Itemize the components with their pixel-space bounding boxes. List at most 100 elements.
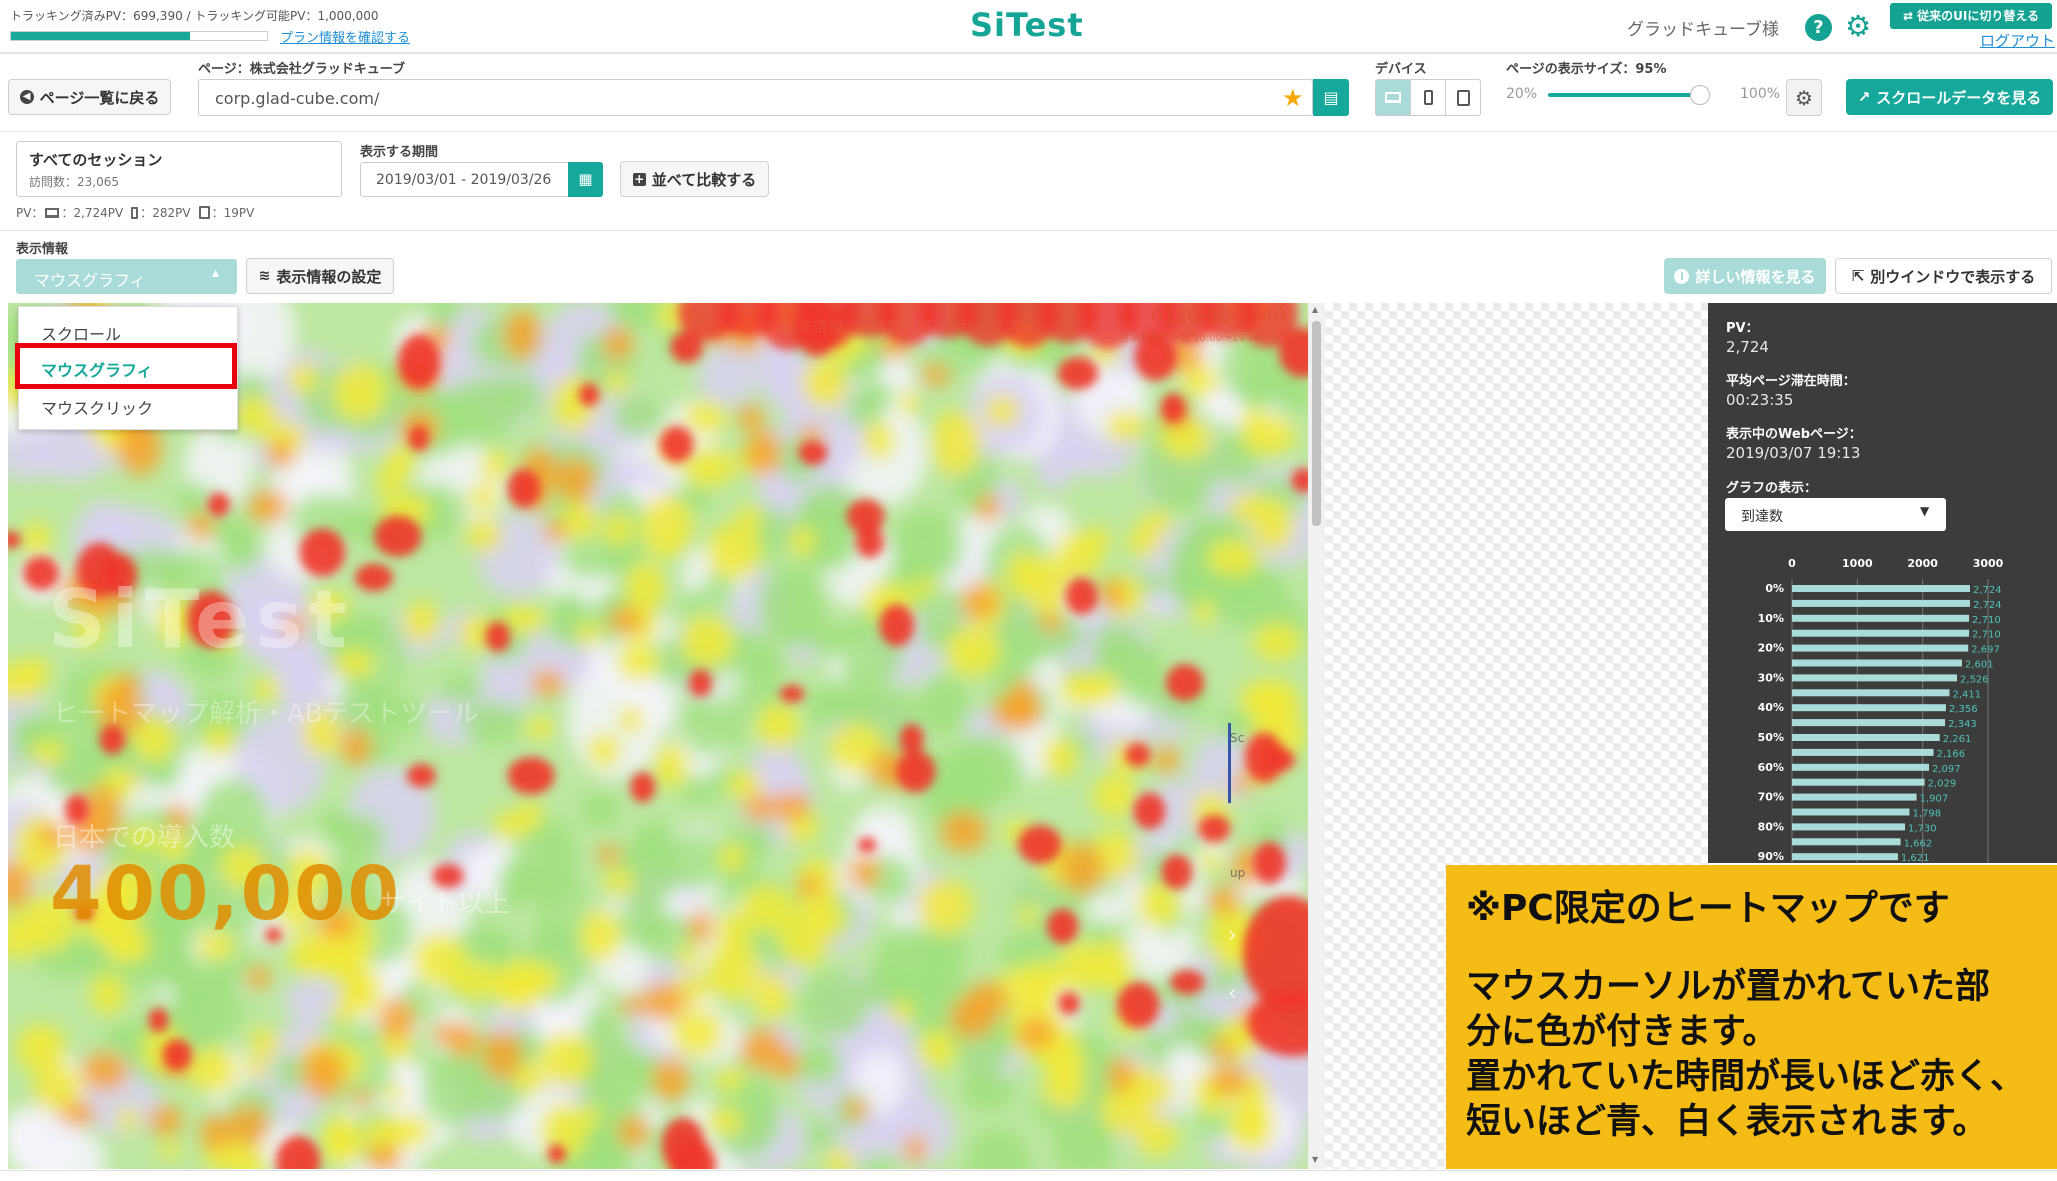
menu-item-scroll[interactable]: スクロール (41, 321, 121, 345)
heat-blob (543, 519, 568, 544)
device-pc-button[interactable] (1376, 80, 1410, 115)
heat-blob (689, 669, 712, 697)
url-field[interactable]: corp.glad-cube.com/ ★ (198, 79, 1313, 116)
bar (1792, 704, 1946, 712)
help-icon[interactable]: ? (1805, 14, 1832, 41)
heat-blob (116, 1106, 139, 1132)
stats-panel: PV： 2,724 平均ページ滞在時間： 00:23:35 表示中のWebページ… (1708, 303, 2057, 863)
menu-item-mouseclick[interactable]: マウスクリック (41, 395, 153, 419)
bar (1792, 793, 1917, 801)
site-stat-value: 400,000 (50, 851, 402, 937)
heat-blob (875, 924, 951, 1013)
menu-item-mousegraphy[interactable]: マウスグラフィ (41, 357, 153, 381)
display-select[interactable]: マウスグラフィ ▴ (16, 259, 237, 294)
app-logo[interactable]: SiTest (970, 6, 1084, 44)
heat-blob (965, 981, 1010, 1019)
heat-blob (232, 396, 278, 435)
heat-blob (945, 625, 1001, 677)
settings-icon[interactable]: ⚙ (1786, 79, 1822, 116)
heat-blob (555, 457, 596, 503)
scroll-down-icon[interactable]: ▼ (1312, 1155, 1318, 1164)
heat-blob (1241, 414, 1296, 457)
display-dropdown-menu: スクロール マウスグラフィ マウスクリック (15, 306, 238, 430)
bar-value-label: 2,710 (1972, 615, 2001, 626)
heat-blob (525, 716, 556, 739)
site-nav: 企業情報 採用情報 サービス (783, 316, 1019, 337)
heat-blob (200, 1113, 231, 1152)
divider (0, 230, 2057, 231)
heat-blob (1042, 1041, 1087, 1085)
device-tablet-button[interactable] (1445, 80, 1480, 115)
device-sp-button[interactable] (1410, 80, 1445, 115)
heat-blob (273, 1052, 306, 1092)
heat-blob (1098, 579, 1126, 611)
note-title: ※PC限定のヒートマップです (1466, 888, 1950, 929)
heat-blob (961, 1071, 1017, 1111)
scroll-data-button[interactable]: ↗ スクロールデータを見る (1846, 79, 2053, 115)
heat-blob (583, 1006, 616, 1038)
note-line: 短いほど青、白く表示されます。 (1466, 1102, 1988, 1142)
heat-blob (659, 426, 694, 463)
x-tick-label: 2000 (1907, 557, 1938, 570)
graph-select[interactable]: 到達数 ▼ (1725, 498, 1946, 531)
document-icon[interactable]: ▤ (1313, 79, 1349, 116)
size-slider-handle[interactable] (1689, 85, 1710, 105)
gear-icon[interactable]: ⚙ (1845, 11, 1871, 41)
heat-blob (940, 810, 988, 853)
heat-blob (1231, 772, 1255, 793)
heat-blob (288, 361, 319, 396)
plan-link[interactable]: プラン情報を確認する (280, 27, 410, 46)
session-selector[interactable]: すべてのセッション 訪問数：23,065 (16, 141, 342, 197)
chevron-left-icon[interactable]: ‹ (1228, 981, 1237, 1006)
heat-blob (890, 508, 964, 584)
compare-button[interactable]: + 並べて比較する (620, 161, 769, 197)
scroll-up-icon[interactable]: ▲ (1312, 305, 1318, 314)
heatmap-viewport[interactable]: 企業情報 採用情報 サービス 0120-96-3740 営業時間：平日 10:0… (8, 303, 1308, 1169)
bar (1792, 659, 1962, 667)
period-label: 表示する期間 (360, 145, 439, 160)
smartphone-icon (131, 206, 139, 219)
calendar-icon[interactable]: ▦ (568, 162, 603, 197)
heat-blob (586, 732, 622, 769)
heat-blob (960, 585, 999, 620)
switch-ui-button[interactable]: ⇄ 従来のUIに切り替える (1890, 3, 2052, 29)
site-stat-label: 日本での導入数 (53, 823, 236, 853)
heat-blob (798, 874, 821, 898)
display-settings-label: 表示情報の設定 (276, 267, 382, 286)
heat-blob (602, 512, 634, 547)
info-icon: i (1674, 268, 1690, 284)
detail-button[interactable]: i 詳しい情報を見る (1664, 258, 1826, 294)
heat-blob (187, 511, 215, 541)
heat-blob (1126, 525, 1160, 558)
heat-blob (485, 621, 511, 652)
pv-pc: ：2,724PV (61, 206, 124, 220)
heat-blob (320, 947, 342, 973)
heat-blob (795, 1042, 842, 1087)
heat-blob (1092, 774, 1138, 819)
heat-blob (1057, 356, 1099, 390)
bar-value-label: 2,261 (1943, 734, 1972, 745)
heat-blob (726, 770, 763, 799)
heat-blob (148, 1104, 183, 1136)
heat-blob (207, 492, 230, 517)
period-input[interactable]: 2019/03/01 - 2019/03/26 (360, 162, 570, 197)
heatmap-scrollbar[interactable]: ▲ ▼ (1308, 303, 1325, 1169)
new-window-button[interactable]: ⇱ 別ウインドウで表示する (1835, 258, 2052, 294)
chevron-right-icon[interactable]: › (1228, 923, 1237, 948)
display-settings-button[interactable]: ≋ 表示情報の設定 (246, 258, 394, 294)
scrollbar-thumb[interactable] (1312, 321, 1321, 526)
heat-blob (752, 972, 791, 1021)
site-logo: SiTest (48, 573, 354, 666)
back-to-list-button[interactable]: ◀ ページ一覧に戻る (8, 79, 171, 115)
x-tick-label: 0 (1788, 557, 1796, 570)
heat-blob (670, 1008, 724, 1057)
heat-blob (8, 531, 21, 549)
logout-link[interactable]: ログアウト (1980, 30, 2055, 51)
star-icon[interactable]: ★ (1282, 84, 1304, 112)
heat-blob (449, 375, 520, 441)
note-body: マウスカーソルが置かれていた部 分に色が付きます。 置かれていた時間が長いほど赤… (1466, 965, 2025, 1145)
pv-tab: ：19PV (211, 206, 255, 220)
size-slider[interactable] (1548, 85, 1710, 105)
size-max: 100% (1740, 86, 1781, 102)
site-side-label: up (1230, 866, 1246, 880)
